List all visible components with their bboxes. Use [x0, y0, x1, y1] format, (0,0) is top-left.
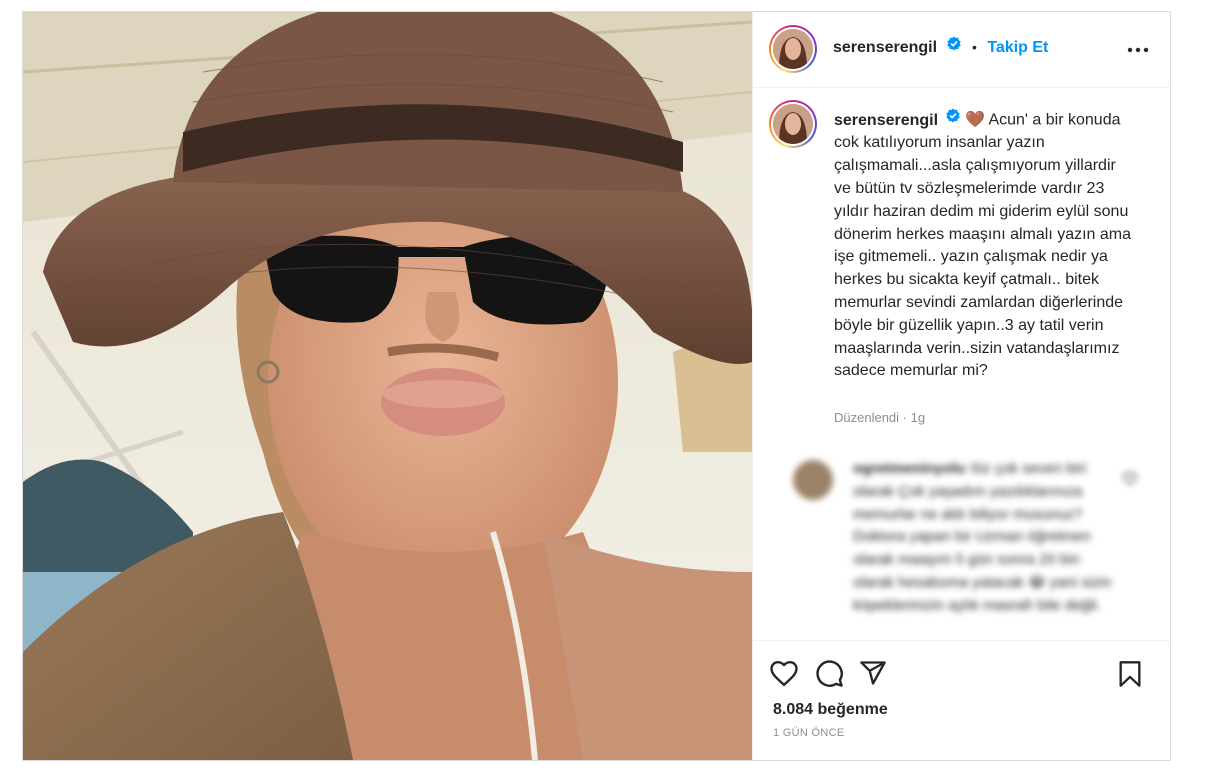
bookmark-icon[interactable]	[1118, 660, 1142, 693]
caption-avatar[interactable]	[769, 100, 817, 148]
verified-badge-icon	[945, 108, 961, 132]
likes-count[interactable]: 8.084 beğenme	[773, 701, 888, 719]
verified-badge-icon	[942, 36, 962, 57]
edited-dot: ·	[902, 410, 908, 425]
heart-icon[interactable]	[769, 659, 799, 692]
avatar-image	[773, 29, 813, 69]
post-photo[interactable]	[23, 12, 752, 760]
post-sidebar: serenserengil • Takip Et serenserengil 🤎…	[752, 12, 1171, 760]
comment-text-block: ogretmeninyolu Siz çok seven biri olarak…	[853, 458, 1113, 618]
post-header: serenserengil • Takip Et	[753, 12, 1171, 88]
post-caption: serenserengil 🤎 Acun' a bir konuda cok k…	[834, 108, 1134, 383]
brown-heart-emoji: 🤎	[964, 111, 985, 129]
header-avatar[interactable]	[769, 25, 817, 73]
comment-avatar[interactable]	[793, 460, 833, 500]
edited-label: Düzenlendi	[834, 410, 900, 425]
avatar-image	[773, 104, 813, 144]
comments-area[interactable]: serenserengil 🤎 Acun' a bir konuda cok k…	[753, 88, 1171, 640]
caption-text: Acun' a bir konuda cok katılıyorum insan…	[834, 111, 1132, 380]
edited-age: 1g	[910, 410, 926, 425]
header-username[interactable]: serenserengil	[833, 39, 937, 56]
follow-button[interactable]: Takip Et	[987, 39, 1048, 56]
header-separator: •	[971, 39, 977, 56]
comment-icon[interactable]	[815, 659, 844, 693]
post-actions: 8.084 beğenme 1 GÜN ÖNCE	[753, 640, 1171, 760]
comment-text: Siz çok seven biri olarak Çok yaşadım ya…	[853, 460, 1112, 614]
caption-meta: Düzenlendi · 1g	[834, 410, 925, 425]
caption-username[interactable]: serenserengil	[834, 112, 938, 129]
more-options-icon[interactable]	[1127, 40, 1149, 58]
comment-like-icon[interactable]	[1123, 472, 1137, 490]
comment-username[interactable]: ogretmeninyolu	[853, 460, 966, 477]
instagram-post: serenserengil • Takip Et serenserengil 🤎…	[22, 11, 1171, 761]
send-icon[interactable]	[859, 659, 887, 692]
post-time-ago[interactable]: 1 GÜN ÖNCE	[773, 727, 844, 739]
